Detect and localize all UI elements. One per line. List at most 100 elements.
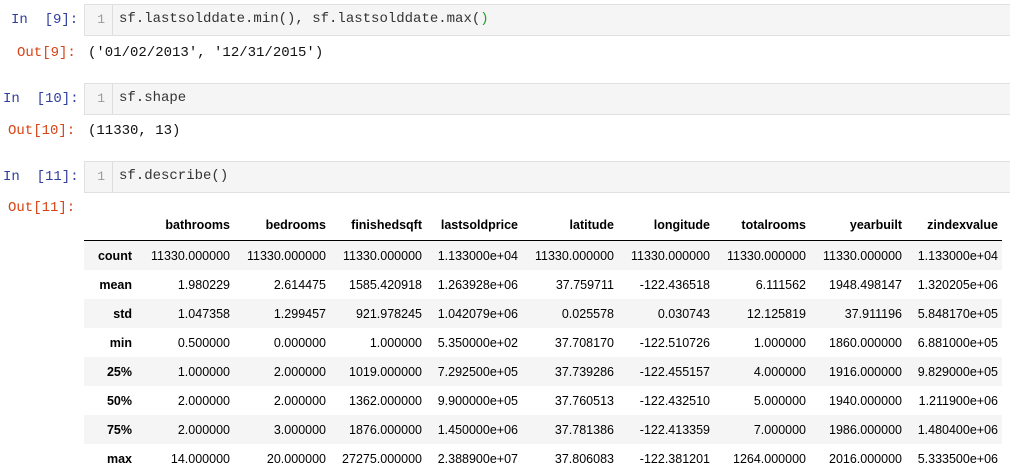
code-text: sf.lastsolddate.min(), sf.lastsolddate.m… xyxy=(119,11,489,27)
in-prompt: In [11]: xyxy=(3,169,79,185)
column-header: bathrooms xyxy=(136,210,234,241)
column-header: latitude xyxy=(522,210,618,241)
table-cell: 1.980229 xyxy=(177,277,230,292)
table-cell: 37.708170 xyxy=(554,335,614,350)
line-gutter: 1 xyxy=(85,5,113,35)
column-header: longitude xyxy=(618,210,714,241)
output-text: (11330, 13) xyxy=(88,123,181,139)
column-header: totalrooms xyxy=(714,210,810,241)
table-cell: 37.759711 xyxy=(555,277,614,292)
table-cell: 1585.420918 xyxy=(349,277,422,292)
table-cell: 37.806083 xyxy=(554,451,614,466)
table-cell: 1.000000 xyxy=(177,364,230,379)
table-cell: 1.133000e+04 xyxy=(437,248,518,263)
line-number: 1 xyxy=(97,12,105,27)
table-row: 75% 2.000000 3.000000 1876.000000 1.450000e+… xyxy=(84,415,1002,444)
out-prompt: Out[11]: xyxy=(8,200,76,216)
table-cell: 4.000000 xyxy=(753,364,806,379)
index-header xyxy=(84,210,136,241)
table-cell: 11330.000000 xyxy=(630,248,710,263)
table-cell: 2.614475 xyxy=(273,277,326,292)
code-input[interactable]: 1 sf.lastsolddate.min(), sf.lastsolddate… xyxy=(84,4,1010,36)
out-prompt: Out[9]: xyxy=(17,45,76,61)
table-cell: -122.436518 xyxy=(639,277,710,292)
row-index-label: max xyxy=(106,451,132,466)
table-cell: 27275.000000 xyxy=(342,451,422,466)
notebook-cell-10[interactable]: In [10]: 1 sf.shape Out[10]: (11330, 13) xyxy=(0,78,1010,148)
table-cell: 1.299457 xyxy=(273,306,326,321)
column-header: yearbuilt xyxy=(810,210,906,241)
table-cell: 1.211900e+06 xyxy=(918,393,998,408)
table-cell: 6.111562 xyxy=(755,277,806,292)
table-cell: 11330.000000 xyxy=(822,248,902,263)
table-cell: 37.739286 xyxy=(554,364,614,379)
table-cell: 2.000000 xyxy=(177,422,230,437)
table-row: min 0.500000 0.000000 1.000000 5.350000e+02 3… xyxy=(84,328,1002,357)
column-header: finishedsqft xyxy=(330,210,426,241)
table-cell: 37.911196 xyxy=(844,306,902,321)
table-cell: 1.450000e+06 xyxy=(437,422,518,437)
in-prompt: In [10]: xyxy=(3,91,79,107)
table-cell: 14.000000 xyxy=(170,451,230,466)
table-cell: -122.455157 xyxy=(639,364,710,379)
table-cell: -122.510726 xyxy=(639,335,710,350)
table-cell: 0.500000 xyxy=(177,335,230,350)
row-index-label: 75% xyxy=(106,422,132,437)
table-cell: 6.881000e+05 xyxy=(917,335,998,350)
table-cell: 2016.000000 xyxy=(829,451,902,466)
code-main: sf.lastsolddate.min(), sf.lastsolddate.m… xyxy=(119,11,481,27)
row-index-label: 25% xyxy=(106,364,132,379)
table-row: count 11330.000000 11330.000000 11330.00000… xyxy=(84,240,1002,270)
table-cell: 1.480400e+06 xyxy=(917,422,998,437)
table-cell: 5.350000e+02 xyxy=(437,335,518,350)
describe-dataframe-table: bathrooms bedrooms finishedsqft lastsold… xyxy=(84,210,1002,473)
table-cell: 2.000000 xyxy=(177,393,230,408)
table-cell: 1.320205e+06 xyxy=(917,277,998,292)
line-number: 1 xyxy=(97,91,105,106)
table-cell: 11330.000000 xyxy=(342,248,422,263)
table-cell: 1.263928e+06 xyxy=(437,277,518,292)
table-cell: 1876.000000 xyxy=(349,422,422,437)
table-cell: 1019.000000 xyxy=(349,364,422,379)
notebook-cell-9[interactable]: In [9]: 1 sf.lastsolddate.min(), sf.last… xyxy=(0,0,1010,70)
row-index-label: min xyxy=(109,335,132,350)
table-cell: 1986.000000 xyxy=(829,422,902,437)
table-cell: 20.000000 xyxy=(266,451,326,466)
line-gutter: 1 xyxy=(85,84,113,114)
table-cell: -122.432510 xyxy=(639,393,710,408)
table-cell: -122.381201 xyxy=(639,451,710,466)
column-header: bedrooms xyxy=(234,210,330,241)
code-input[interactable]: 1 sf.describe() xyxy=(84,161,1010,193)
table-cell: 11330.000000 xyxy=(150,248,230,263)
in-prompt: In [9]: xyxy=(11,12,79,28)
table-cell: 12.125819 xyxy=(746,306,806,321)
table-cell: 921.978245 xyxy=(355,306,422,321)
column-header: zindexvalue xyxy=(906,210,1002,241)
table-cell: 11330.000000 xyxy=(726,248,806,263)
row-index-label: 50% xyxy=(106,393,132,408)
table-cell: 1.000000 xyxy=(369,335,422,350)
table-cell: 1.047358 xyxy=(177,306,230,321)
table-cell: 1.000000 xyxy=(753,335,806,350)
row-index-label: mean xyxy=(99,277,132,292)
table-row: std 1.047358 1.299457 921.978245 1.042079e+0… xyxy=(84,299,1002,328)
table-cell: 5.333500e+06 xyxy=(917,451,998,466)
matching-paren-highlight: ) xyxy=(480,11,489,27)
code-input[interactable]: 1 sf.shape xyxy=(84,83,1010,115)
table-cell: 1264.000000 xyxy=(733,451,806,466)
table-cell: 1.042079e+06 xyxy=(437,306,518,321)
table-cell: 1940.000000 xyxy=(829,393,902,408)
notebook-cell-11[interactable]: In [11]: 1 sf.describe() Out[11]: xyxy=(0,156,1010,216)
table-cell: 7.292500e+05 xyxy=(437,364,518,379)
table-row: mean 1.980229 2.614475 1585.420918 1.263928e… xyxy=(84,270,1002,299)
column-header: lastsoldprice xyxy=(426,210,522,241)
row-index-label: count xyxy=(97,248,132,263)
table-row: max 14.000000 20.000000 27275.000000 2.38890… xyxy=(84,444,1002,473)
table-cell: 2.000000 xyxy=(273,393,326,408)
table-cell: 5.000000 xyxy=(753,393,806,408)
table-cell: -122.413359 xyxy=(639,422,710,437)
table-header-row: bathrooms bedrooms finishedsqft lastsold… xyxy=(84,210,1002,241)
output-text: ('01/02/2013', '12/31/2015') xyxy=(88,45,324,61)
row-index-label: std xyxy=(113,306,132,321)
table-cell: 1860.000000 xyxy=(829,335,902,350)
